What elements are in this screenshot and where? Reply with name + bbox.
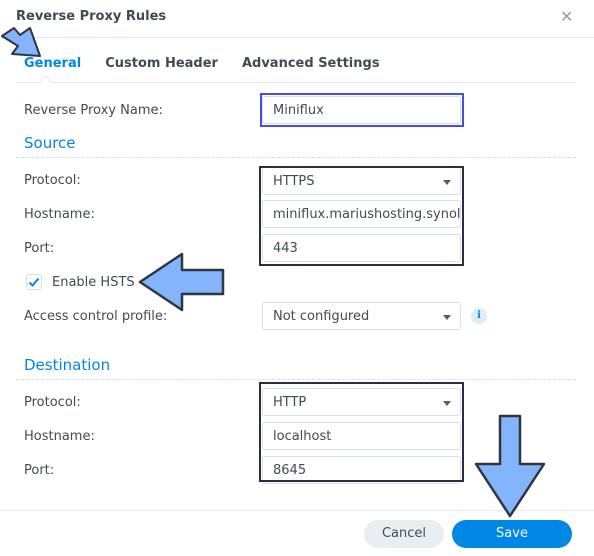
source-protocol-label: Protocol: (24, 173, 81, 188)
annotation-arrow-icon (138, 252, 225, 312)
header-divider (0, 37, 594, 38)
dialog-title: Reverse Proxy Rules (16, 9, 167, 24)
source-heading: Source (24, 134, 76, 152)
close-icon[interactable]: ✕ (560, 7, 573, 26)
access-control-select[interactable]: Not configured (262, 302, 461, 330)
destination-heading: Destination (24, 356, 111, 374)
tab-custom-header[interactable]: Custom Header (105, 56, 218, 71)
info-icon[interactable]: i (471, 308, 487, 324)
highlight-box-source (259, 166, 464, 266)
access-control-value: Not configured (273, 309, 370, 324)
destination-divider (16, 379, 576, 380)
annotation-arrow-icon (1, 27, 41, 57)
save-button[interactable]: Save (452, 520, 572, 548)
tab-divider (16, 82, 576, 83)
highlight-box-destination (259, 382, 464, 482)
checkmark-icon (28, 277, 40, 287)
reverse-proxy-name-label: Reverse Proxy Name: (24, 103, 163, 118)
enable-hsts-label[interactable]: Enable HSTS (52, 275, 135, 290)
source-port-label: Port: (24, 241, 55, 256)
tab-advanced-settings[interactable]: Advanced Settings (242, 56, 380, 71)
source-hostname-label: Hostname: (24, 207, 95, 222)
annotation-arrow-icon (474, 414, 546, 518)
tab-bar: General Custom Header Advanced Settings (24, 56, 404, 71)
cancel-button[interactable]: Cancel (364, 520, 444, 548)
chevron-down-icon (443, 315, 451, 320)
enable-hsts-checkbox[interactable] (26, 274, 42, 290)
highlight-box-name (260, 93, 464, 127)
source-divider (16, 157, 576, 158)
active-tab-indicator (39, 75, 52, 88)
destination-port-label: Port: (24, 463, 55, 478)
destination-protocol-label: Protocol: (24, 395, 81, 410)
destination-hostname-label: Hostname: (24, 429, 95, 444)
